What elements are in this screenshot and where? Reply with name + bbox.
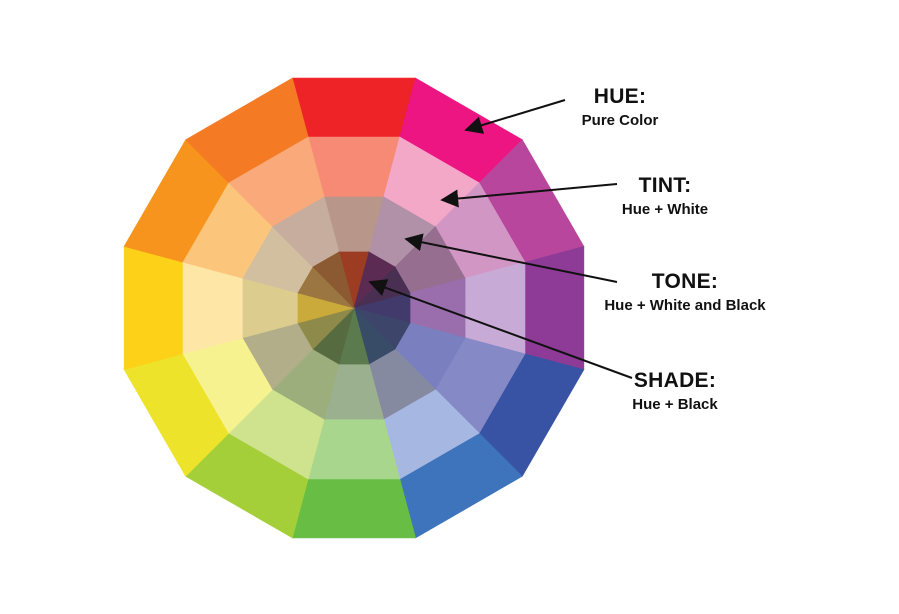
tone-label: TONE: Hue + White and Black [580,270,790,316]
shade-title: SHADE: [633,369,717,392]
tone-subtitle: Hue + White and Black [604,297,766,314]
tone-title: TONE: [651,270,719,293]
tint-subtitle: Hue + White [621,201,709,218]
hue-segment-amber [123,246,184,370]
hue-segment-green [292,478,416,539]
tint-label: TINT: Hue + White [600,174,730,220]
shade-label: SHADE: Hue + Black [610,369,740,415]
hue-segment-red [292,77,416,138]
shade-subtitle: Hue + Black [632,396,718,413]
hue-subtitle: Pure Color [581,112,659,129]
hue-arrow [464,99,566,134]
tint-title: TINT: [638,174,692,197]
hue-label: HUE: Pure Color [560,85,680,131]
shade-ring [297,251,411,365]
hue-title: HUE: [593,85,647,108]
